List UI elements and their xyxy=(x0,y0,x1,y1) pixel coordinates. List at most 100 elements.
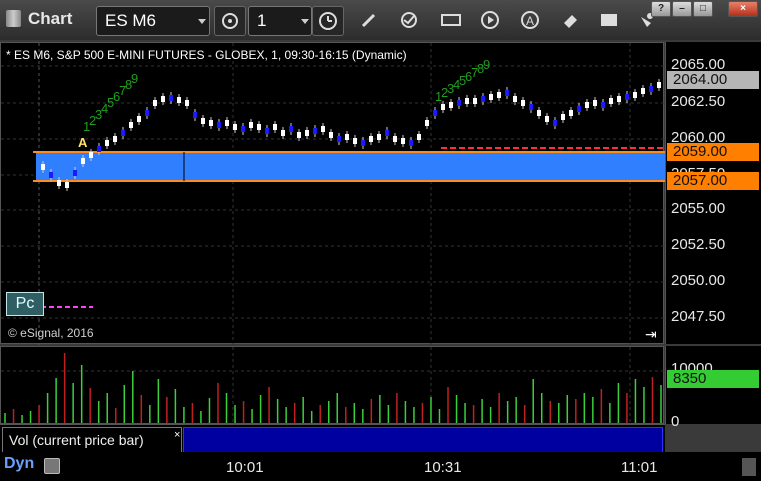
candle xyxy=(433,110,437,116)
price-label: 2052.50 xyxy=(671,236,726,253)
level-upper-tag: 2059.00 xyxy=(667,143,759,161)
refresh-icon[interactable] xyxy=(396,7,422,33)
candle xyxy=(137,116,141,122)
chart-header: * ES M6, S&P 500 E-MINI FUTURES - GLOBEX… xyxy=(6,48,407,62)
resize-grip[interactable] xyxy=(742,458,756,476)
scroll-end-icon: ⇥ xyxy=(645,326,657,342)
candle xyxy=(105,140,109,146)
volume-panel[interactable] xyxy=(0,346,665,425)
candle xyxy=(249,122,253,128)
candle xyxy=(49,172,53,178)
candle xyxy=(273,124,277,130)
candle xyxy=(481,96,485,102)
dyn-label[interactable]: Dyn xyxy=(4,455,34,473)
candle xyxy=(585,102,589,108)
candle xyxy=(185,100,189,106)
candle xyxy=(329,132,333,138)
candle xyxy=(545,116,549,122)
candle xyxy=(497,92,501,98)
volume-axis-bottom: 0 xyxy=(671,413,680,430)
candle xyxy=(201,118,205,124)
title-bar: Chart ES M6 1 A ? – □ × xyxy=(0,0,761,40)
volume-tag: 8350 xyxy=(667,370,759,388)
marker-a: A xyxy=(78,135,88,150)
candle xyxy=(393,136,397,142)
candle xyxy=(649,86,653,92)
crosshair-icon xyxy=(222,13,238,29)
interval-value: 1 xyxy=(257,11,267,30)
sequence-digit: 9 xyxy=(483,57,490,72)
minimize-button[interactable]: – xyxy=(672,1,692,17)
candle xyxy=(449,102,453,108)
candle xyxy=(473,98,477,104)
study-label: Vol (current price bar) xyxy=(9,432,144,448)
candle xyxy=(41,164,45,170)
candle xyxy=(369,136,373,142)
symbol-value: ES M6 xyxy=(105,11,157,30)
candle xyxy=(145,110,149,116)
chevron-down-icon[interactable] xyxy=(301,19,309,24)
candle xyxy=(409,140,413,146)
time-label: 10:31 xyxy=(424,459,462,476)
help-button[interactable]: ? xyxy=(651,1,671,17)
chevron-down-icon[interactable] xyxy=(198,19,206,24)
candle xyxy=(377,134,381,140)
last-price-tag: 2064.00 xyxy=(667,71,759,89)
candle xyxy=(65,182,69,188)
candle xyxy=(593,100,597,106)
candle xyxy=(169,95,173,101)
candle xyxy=(193,112,197,118)
close-button[interactable]: × xyxy=(728,1,758,17)
candle xyxy=(89,152,93,158)
candle xyxy=(457,100,461,106)
candle xyxy=(537,110,541,116)
candle xyxy=(633,92,637,98)
candle xyxy=(97,146,101,152)
window-title: Chart xyxy=(28,9,73,28)
candle xyxy=(609,98,613,104)
close-icon[interactable]: × xyxy=(174,429,180,441)
candle xyxy=(641,88,645,94)
price-label: 2050.00 xyxy=(671,272,726,289)
candle xyxy=(313,128,317,134)
candle xyxy=(289,126,293,132)
scale-lock-icon[interactable] xyxy=(44,458,60,474)
volume-chart xyxy=(1,347,665,425)
price-zone xyxy=(36,152,665,181)
candle xyxy=(217,122,221,128)
candle xyxy=(577,106,581,112)
candle xyxy=(353,138,357,144)
quote-icon[interactable] xyxy=(596,7,622,33)
symbol-input[interactable]: ES M6 xyxy=(96,6,210,36)
price-chart: 123456789123456789⇥ xyxy=(1,43,665,345)
candle xyxy=(161,96,165,102)
candle xyxy=(465,98,469,104)
interval-input[interactable]: 1 xyxy=(248,6,312,36)
candle xyxy=(601,102,605,108)
candle xyxy=(617,96,621,102)
edit-icon[interactable] xyxy=(438,7,464,33)
clock-icon xyxy=(319,12,337,30)
copyright-label: © eSignal, 2016 xyxy=(8,326,94,340)
candle xyxy=(425,120,429,126)
price-chart-panel[interactable]: 1 2 3 4 5 6 7 8 9 1 2 3 4 5 6 7 8 9 ⇥ xyxy=(0,42,665,345)
time-button[interactable] xyxy=(312,6,344,36)
study-tab[interactable]: Vol (current price bar) × xyxy=(2,427,182,453)
eraser-icon[interactable] xyxy=(557,7,583,33)
crosshair-button[interactable] xyxy=(214,6,246,36)
price-label: 2062.50 xyxy=(671,93,726,110)
candle xyxy=(657,82,661,88)
study-bar xyxy=(183,427,663,453)
candle xyxy=(297,132,301,138)
time-label: 10:01 xyxy=(226,459,264,476)
candle xyxy=(553,120,557,126)
candle xyxy=(385,130,389,136)
pencil-icon[interactable] xyxy=(356,7,382,33)
alert-icon[interactable]: A xyxy=(517,7,543,33)
app-icon xyxy=(6,10,21,27)
candle xyxy=(177,97,181,103)
play-icon[interactable] xyxy=(477,7,503,33)
study-strip: Vol (current price bar) × xyxy=(0,424,665,453)
pc-label[interactable]: Pc xyxy=(6,292,44,316)
maximize-button[interactable]: □ xyxy=(693,1,713,17)
